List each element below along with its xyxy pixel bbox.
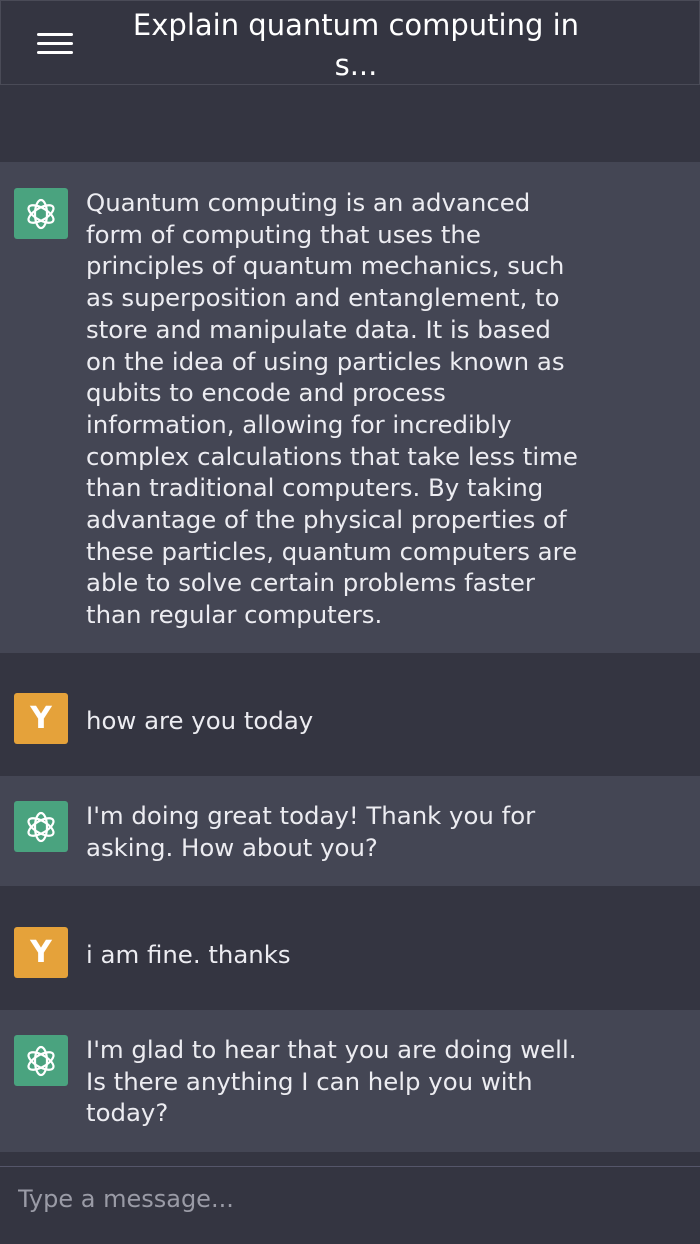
assistant-message: I'm doing great today! Thank you for ask… <box>0 776 700 886</box>
assistant-message-text: I'm doing great today! Thank you for ask… <box>86 801 543 862</box>
top-bar: Explain quantum computing in s... <box>0 0 700 85</box>
user-avatar: Y <box>14 693 68 744</box>
assistant-message: I'm glad to hear that you are doing well… <box>0 1010 700 1152</box>
message-composer <box>0 1166 700 1244</box>
hamburger-menu-icon[interactable] <box>37 31 73 57</box>
chat-app: Explain quantum computing in s... Quantu… <box>0 0 700 1244</box>
conversation-title: Explain quantum computing in s... <box>132 8 580 82</box>
assistant-message-text: I'm glad to hear that you are doing well… <box>86 1035 585 1128</box>
user-message-text: i am fine. thanks <box>86 940 291 969</box>
message-input[interactable] <box>18 1179 678 1219</box>
assistant-message: Quantum computing is an advanced form of… <box>0 162 700 653</box>
openai-logo-icon <box>14 188 68 239</box>
assistant-message-text: Quantum computing is an advanced form of… <box>86 188 586 630</box>
user-message: Y i am fine. thanks <box>0 886 700 1010</box>
chat-top-spacer <box>0 86 700 162</box>
openai-logo-icon <box>14 1035 68 1086</box>
openai-logo-icon <box>14 801 68 852</box>
user-avatar: Y <box>14 927 68 978</box>
user-message: Y how are you today <box>0 653 700 776</box>
user-message-text: how are you today <box>86 706 314 735</box>
